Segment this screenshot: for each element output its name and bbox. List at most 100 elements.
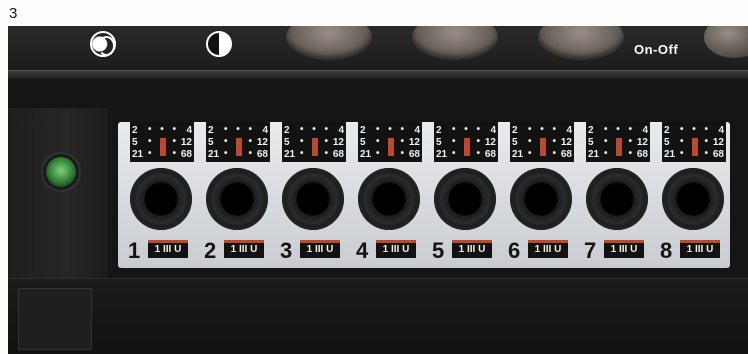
range-switch[interactable]: 2• • •45• • •1221• • •68 bbox=[358, 122, 422, 162]
switch-row-left-label: 21 bbox=[512, 149, 524, 160]
switch-row-right-label: 12 bbox=[408, 137, 420, 148]
label-accent-bar bbox=[452, 240, 492, 243]
switch-row-right-label: 12 bbox=[560, 137, 572, 148]
switch-row-right-label: 12 bbox=[636, 137, 648, 148]
switch-position-marker[interactable] bbox=[160, 138, 166, 156]
jack-slot-6: 2• • •45• • •1221• • •6861 III U bbox=[506, 122, 582, 268]
jack-slot-4: 2• • •45• • •1221• • •6841 III U bbox=[354, 122, 430, 268]
green-indicator-light bbox=[46, 157, 76, 187]
switch-row-right-label: 4 bbox=[490, 125, 496, 136]
label-accent-bar bbox=[528, 240, 568, 243]
jack-slot-1: 2• • •45• • •1221• • •6811 III U bbox=[126, 122, 202, 268]
switch-row-left-label: 5 bbox=[360, 137, 366, 148]
jack-slot-5: 2• • •45• • •1221• • •6851 III U bbox=[430, 122, 506, 268]
switch-row-left-label: 21 bbox=[132, 149, 144, 160]
switch-row-left-label: 5 bbox=[512, 137, 518, 148]
switch-dots: • • • bbox=[376, 124, 408, 135]
switch-row-right-label: 4 bbox=[414, 125, 420, 136]
switch-position-marker[interactable] bbox=[388, 138, 394, 156]
switch-dots: • • • bbox=[148, 124, 180, 135]
switch-row-right-label: 68 bbox=[636, 149, 648, 160]
jack-number: 3 bbox=[280, 238, 293, 263]
switch-row-right-label: 4 bbox=[262, 125, 268, 136]
input-jack[interactable] bbox=[358, 168, 420, 230]
jack-slot-2: 2• • •45• • •1221• • •6821 III U bbox=[202, 122, 278, 268]
jack-number: 5 bbox=[432, 238, 445, 263]
switch-row-right-label: 68 bbox=[256, 149, 268, 160]
switch-row-left-label: 5 bbox=[436, 137, 442, 148]
label-accent-bar bbox=[604, 240, 644, 243]
switch-dots: • • • bbox=[224, 124, 256, 135]
switch-row-left-label: 5 bbox=[284, 137, 290, 148]
device-photo: On-Off 2• • •45• • •1221• • •6811 III U2… bbox=[8, 26, 748, 354]
switch-row-left-label: 5 bbox=[132, 137, 138, 148]
input-jack[interactable] bbox=[662, 168, 724, 230]
range-switch[interactable]: 2• • •45• • •1221• • •68 bbox=[510, 122, 574, 162]
input-jack[interactable] bbox=[282, 168, 344, 230]
switch-row-right-label: 4 bbox=[338, 125, 344, 136]
round-button[interactable] bbox=[538, 26, 624, 60]
range-switch[interactable]: 2• • •45• • •1221• • •68 bbox=[586, 122, 650, 162]
jack-panel: 2• • •45• • •1221• • •6811 III U2• • •45… bbox=[118, 122, 730, 268]
switch-row-right-label: 68 bbox=[408, 149, 420, 160]
jack-number: 4 bbox=[356, 238, 369, 263]
switch-row-right-label: 12 bbox=[332, 137, 344, 148]
switch-row-right-label: 68 bbox=[712, 149, 724, 160]
switch-dots: • • • bbox=[528, 124, 560, 135]
range-switch[interactable]: 2• • •45• • •1221• • •68 bbox=[130, 122, 194, 162]
half-circle-icon bbox=[206, 31, 232, 57]
round-button[interactable] bbox=[286, 26, 372, 60]
input-jack[interactable] bbox=[586, 168, 648, 230]
switch-row-left-label: 5 bbox=[208, 137, 214, 148]
range-switch[interactable]: 2• • •45• • •1221• • •68 bbox=[206, 122, 270, 162]
jack-slot-8: 2• • •45• • •1221• • •6881 III U bbox=[658, 122, 734, 268]
jack-number: 2 bbox=[204, 238, 217, 263]
switch-row-right-label: 12 bbox=[256, 137, 268, 148]
input-jack[interactable] bbox=[130, 168, 192, 230]
switch-position-marker[interactable] bbox=[616, 138, 622, 156]
switch-row-left-label: 21 bbox=[360, 149, 372, 160]
switch-row-left-label: 21 bbox=[436, 149, 448, 160]
label-accent-bar bbox=[376, 240, 416, 243]
jack-number: 8 bbox=[660, 238, 673, 263]
switch-position-marker[interactable] bbox=[464, 138, 470, 156]
switch-row-right-label: 68 bbox=[180, 149, 192, 160]
jack-number: 7 bbox=[584, 238, 597, 263]
switch-position-marker[interactable] bbox=[312, 138, 318, 156]
round-button[interactable] bbox=[412, 26, 498, 60]
switch-position-marker[interactable] bbox=[692, 138, 698, 156]
switch-row-right-label: 4 bbox=[566, 125, 572, 136]
range-switch[interactable]: 2• • •45• • •1221• • •68 bbox=[434, 122, 498, 162]
switch-row-left-label: 21 bbox=[588, 149, 600, 160]
jack-number: 6 bbox=[508, 238, 521, 263]
switch-row-left-label: 2 bbox=[436, 125, 442, 136]
range-switch[interactable]: 2• • •45• • •1221• • •68 bbox=[282, 122, 346, 162]
switch-row-left-label: 2 bbox=[512, 125, 518, 136]
figure-number: 3 bbox=[9, 5, 18, 22]
switch-row-right-label: 4 bbox=[718, 125, 724, 136]
label-accent-bar bbox=[300, 240, 340, 243]
switch-row-right-label: 12 bbox=[484, 137, 496, 148]
label-accent-bar bbox=[148, 240, 188, 243]
on-off-button[interactable] bbox=[704, 26, 748, 58]
jack-mini-label: 1 III U bbox=[300, 240, 340, 258]
switch-row-right-label: 68 bbox=[560, 149, 572, 160]
switch-row-right-label: 12 bbox=[180, 137, 192, 148]
switch-row-right-label: 4 bbox=[186, 125, 192, 136]
switch-row-right-label: 4 bbox=[642, 125, 648, 136]
switch-position-marker[interactable] bbox=[236, 138, 242, 156]
switch-dots: • • • bbox=[452, 124, 484, 135]
switch-position-marker[interactable] bbox=[540, 138, 546, 156]
jack-mini-label: 1 III U bbox=[680, 240, 720, 258]
range-switch[interactable]: 2• • •45• • •1221• • •68 bbox=[662, 122, 726, 162]
switch-row-left-label: 2 bbox=[208, 125, 214, 136]
switch-row-left-label: 5 bbox=[664, 137, 670, 148]
switch-dots: • • • bbox=[680, 124, 712, 135]
jack-number: 1 bbox=[128, 238, 141, 263]
input-jack[interactable] bbox=[510, 168, 572, 230]
switch-row-left-label: 21 bbox=[664, 149, 676, 160]
switch-dots: • • • bbox=[604, 124, 636, 135]
switch-row-left-label: 2 bbox=[664, 125, 670, 136]
input-jack[interactable] bbox=[434, 168, 496, 230]
input-jack[interactable] bbox=[206, 168, 268, 230]
